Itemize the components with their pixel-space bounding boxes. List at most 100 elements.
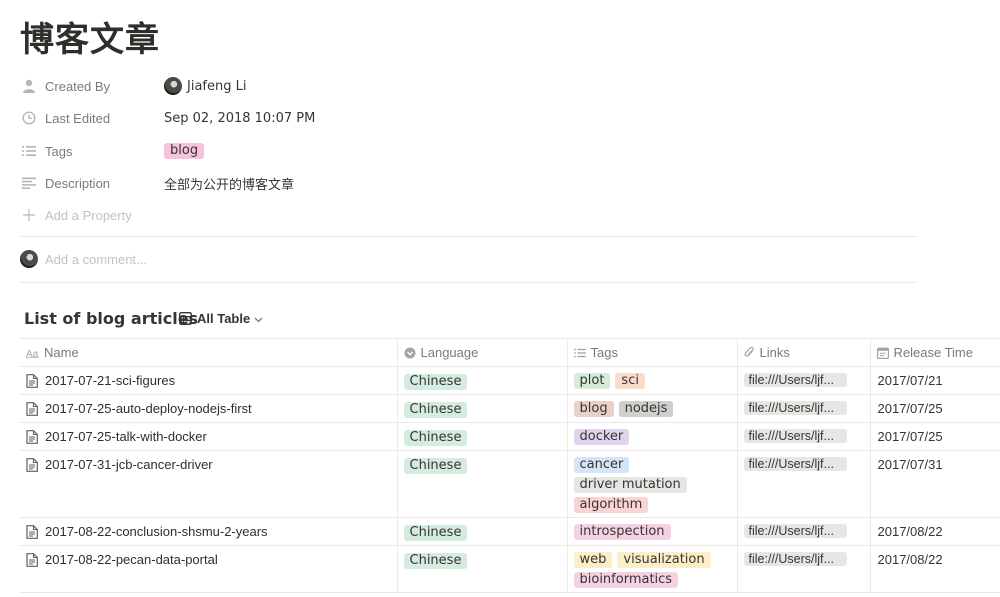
file-link[interactable]: file:///Users/ljf...: [743, 524, 847, 538]
cell-language[interactable]: Chinese: [397, 545, 568, 593]
language-pill: Chinese: [403, 374, 468, 390]
article-name[interactable]: 2017-07-25-auto-deploy-nodejs-first: [45, 401, 252, 416]
database-table: Aa Name Language Tags Links Release Time…: [20, 338, 1000, 593]
file-link[interactable]: file:///Users/ljf...: [743, 373, 847, 387]
cell-release-time[interactable]: 2017/07/25: [870, 394, 1000, 423]
cell-name[interactable]: 2017-07-25-talk-with-docker: [20, 422, 398, 451]
tag-list: web visualization bioinformatics: [573, 552, 731, 588]
table-title[interactable]: List of blog articles: [24, 309, 198, 328]
column-header-name[interactable]: Aa Name: [20, 338, 398, 367]
cell-tags[interactable]: docker: [567, 422, 738, 451]
file-link[interactable]: file:///Users/ljf...: [743, 429, 847, 443]
person-name: Jiafeng Li: [187, 78, 247, 94]
cell-name[interactable]: 2017-08-22-pecan-data-portal: [20, 545, 398, 593]
cell-tags[interactable]: introspection: [567, 517, 738, 546]
tag-list: cancer driver mutation algorithm: [573, 457, 731, 513]
tag-list: introspection: [573, 524, 731, 540]
column-header-language[interactable]: Language: [397, 338, 568, 367]
cell-link[interactable]: file:///Users/ljf...: [737, 394, 871, 423]
file-link[interactable]: file:///Users/ljf...: [743, 457, 847, 471]
cell-link[interactable]: file:///Users/ljf...: [737, 545, 871, 593]
cell-tags[interactable]: web visualization bioinformatics: [567, 545, 738, 593]
tag-pill[interactable]: visualization: [617, 552, 711, 568]
tag-pill[interactable]: sci: [615, 373, 645, 389]
tag-pill[interactable]: algorithm: [573, 497, 649, 513]
tag-pill[interactable]: introspection: [573, 524, 671, 540]
tag-pill[interactable]: bioinformatics: [573, 572, 679, 588]
tag-pill[interactable]: docker: [573, 429, 630, 445]
cell-release-time[interactable]: 2017/07/31: [870, 450, 1000, 518]
cell-link[interactable]: file:///Users/ljf...: [737, 517, 871, 546]
document-icon: [26, 524, 45, 539]
cell-name[interactable]: 2017-08-22-conclusion-shsmu-2-years: [20, 517, 398, 546]
page-title[interactable]: 博客文章: [20, 12, 160, 61]
column-header-tags[interactable]: Tags: [567, 338, 738, 367]
language-pill: Chinese: [403, 402, 468, 418]
cell-name[interactable]: 2017-07-31-jcb-cancer-driver: [20, 450, 398, 518]
add-property-button[interactable]: Add a Property: [20, 202, 620, 228]
tag-pill[interactable]: web: [573, 552, 613, 568]
release-date: 2017/08/22: [877, 524, 943, 539]
cell-tags[interactable]: plot sci: [567, 366, 738, 395]
column-header-links[interactable]: Links: [737, 338, 871, 367]
article-name[interactable]: 2017-08-22-pecan-data-portal: [45, 552, 218, 567]
cell-link[interactable]: file:///Users/ljf...: [737, 366, 871, 395]
property-description[interactable]: Description 全部为公开的博客文章: [20, 170, 620, 196]
table-row[interactable]: 2017-07-25-talk-with-docker Chinese docker…: [20, 422, 1000, 451]
property-value: blog: [164, 143, 205, 159]
cell-tags[interactable]: blog nodejs: [567, 394, 738, 423]
cell-language[interactable]: Chinese: [397, 366, 568, 395]
release-date: 2017/07/25: [877, 429, 943, 444]
avatar: [164, 77, 182, 95]
document-icon: [26, 457, 45, 472]
table-row[interactable]: 2017-07-31-jcb-cancer-driver Chinese cance…: [20, 450, 1000, 518]
tag-list: docker: [573, 429, 731, 445]
table-row[interactable]: 2017-07-25-auto-deploy-nodejs-first Chine…: [20, 394, 1000, 423]
property-created-by[interactable]: Created By Jiafeng Li: [20, 73, 620, 99]
table-row[interactable]: 2017-08-22-conclusion-shsmu-2-years Chine…: [20, 517, 1000, 546]
tag-pill[interactable]: cancer: [573, 457, 630, 473]
cell-name[interactable]: 2017-07-25-auto-deploy-nodejs-first: [20, 394, 398, 423]
property-last-edited[interactable]: Last Edited Sep 02, 2018 10:07 PM: [20, 105, 620, 131]
cell-tags[interactable]: cancer driver mutation algorithm: [567, 450, 738, 518]
property-label: Last Edited: [45, 110, 111, 126]
article-name[interactable]: 2017-07-21-sci-figures: [45, 373, 175, 388]
cell-release-time[interactable]: 2017/08/22: [870, 517, 1000, 546]
language-pill: Chinese: [403, 430, 468, 446]
text-aa-icon: Aa: [26, 349, 39, 358]
property-value: 全部为公开的博客文章: [164, 177, 295, 193]
file-link[interactable]: file:///Users/ljf...: [743, 401, 847, 415]
tag-pill[interactable]: plot: [573, 373, 611, 389]
cell-language[interactable]: Chinese: [397, 517, 568, 546]
comment-input[interactable]: [45, 251, 445, 267]
cell-link[interactable]: file:///Users/ljf...: [737, 450, 871, 518]
article-name[interactable]: 2017-08-22-conclusion-shsmu-2-years: [45, 524, 268, 539]
tag-pill[interactable]: nodejs: [618, 401, 674, 417]
tag-pill[interactable]: blog: [164, 143, 205, 159]
tag-pill[interactable]: driver mutation: [573, 477, 687, 493]
plus-icon: [20, 206, 38, 224]
comment-box[interactable]: [20, 248, 445, 270]
table-row[interactable]: 2017-07-21-sci-figures Chinese plot sci file…: [20, 366, 1000, 395]
cell-language[interactable]: Chinese: [397, 450, 568, 518]
cell-release-time[interactable]: 2017/07/21: [870, 366, 1000, 395]
view-switcher[interactable]: All Table: [179, 311, 263, 326]
table-row[interactable]: 2017-08-22-pecan-data-portal Chinese web vi…: [20, 545, 1000, 593]
document-icon: [26, 552, 45, 567]
tag-pill[interactable]: blog: [573, 401, 614, 417]
cell-language[interactable]: Chinese: [397, 394, 568, 423]
property-tags[interactable]: Tags blog: [20, 138, 620, 164]
svg-text:Aa: Aa: [26, 349, 39, 358]
column-header-release-time[interactable]: Release Time: [870, 338, 1000, 367]
cell-name[interactable]: 2017-07-21-sci-figures: [20, 366, 398, 395]
column-label: Name: [44, 345, 79, 360]
cell-link[interactable]: file:///Users/ljf...: [737, 422, 871, 451]
article-name[interactable]: 2017-07-25-talk-with-docker: [45, 429, 207, 444]
article-name[interactable]: 2017-07-31-jcb-cancer-driver: [45, 457, 213, 472]
column-label: Links: [759, 345, 790, 360]
cell-release-time[interactable]: 2017/07/25: [870, 422, 1000, 451]
file-link[interactable]: file:///Users/ljf...: [743, 552, 847, 566]
property-label: Created By: [45, 78, 111, 94]
cell-language[interactable]: Chinese: [397, 422, 568, 451]
cell-release-time[interactable]: 2017/08/22: [870, 545, 1000, 593]
